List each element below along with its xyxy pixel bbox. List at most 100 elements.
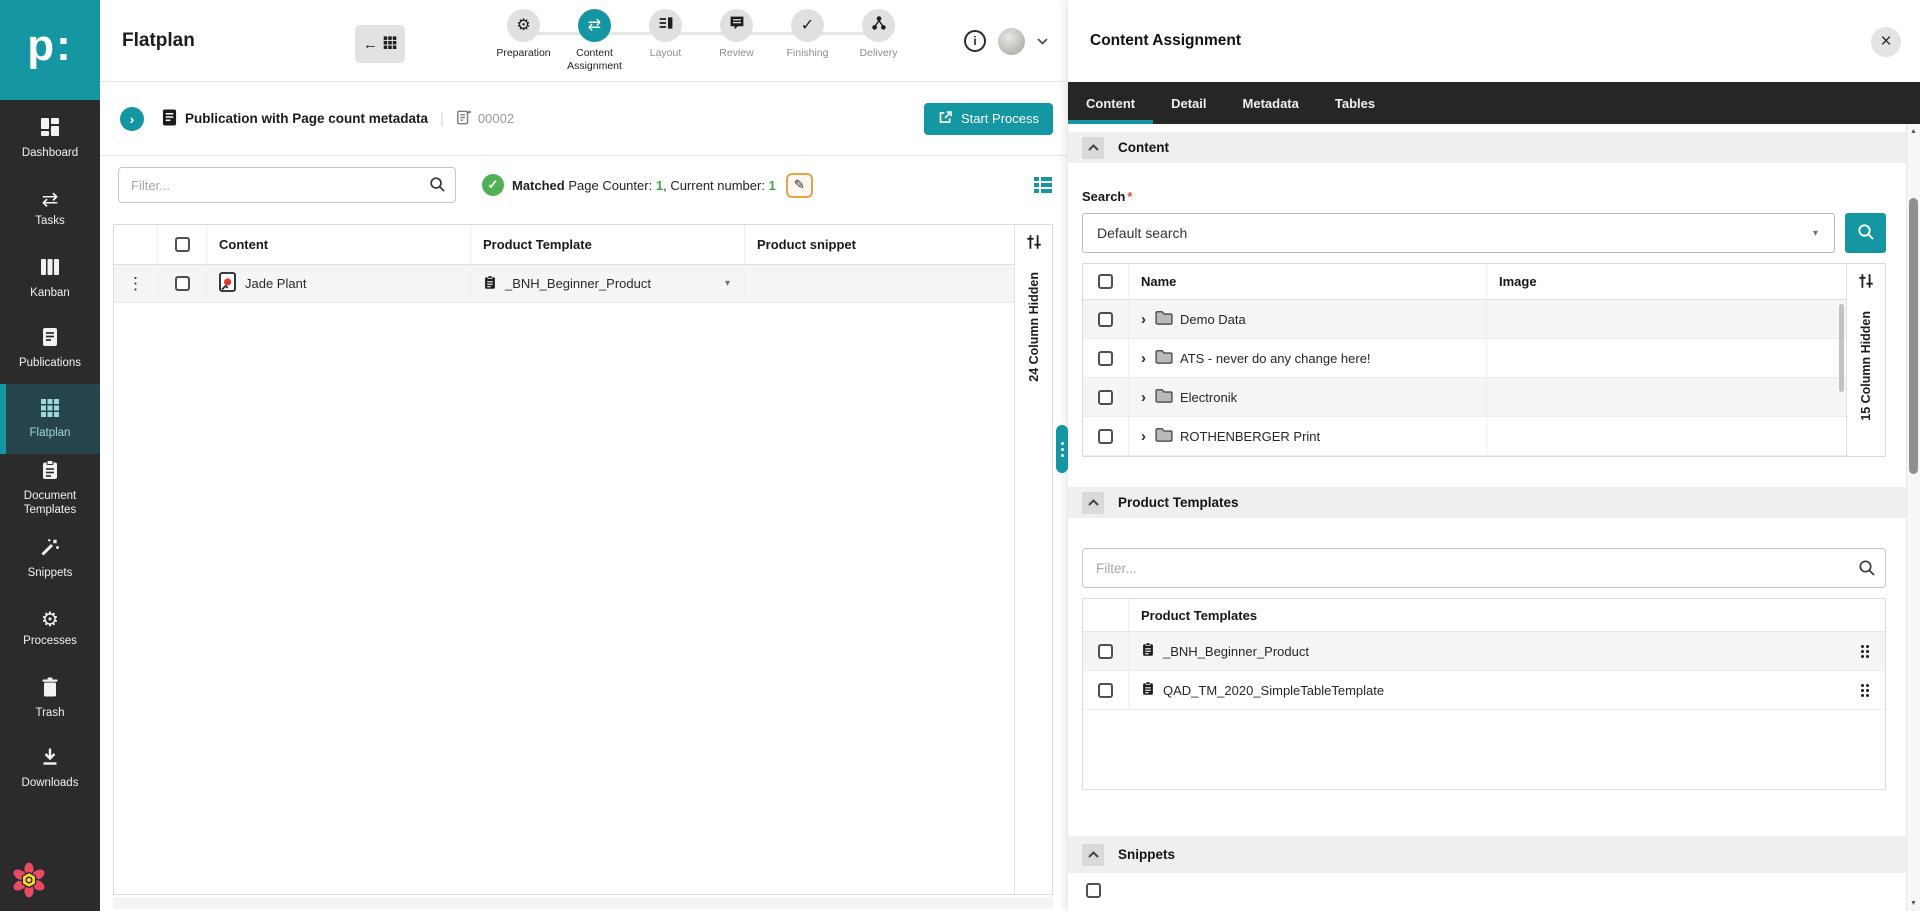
chat-icon xyxy=(729,15,745,36)
sidebar-item-flatplan[interactable]: Flatplan xyxy=(0,384,100,454)
step-review[interactable]: Review xyxy=(701,9,772,73)
main-toolbar: ✓ Matched Page Counter: 1, Current numbe… xyxy=(100,156,1068,214)
row-checkbox[interactable] xyxy=(1098,312,1113,327)
table-scrollbar-thumb[interactable] xyxy=(1839,304,1844,392)
search-icon xyxy=(1857,223,1875,244)
table-row[interactable]: _BNH_Beginner_Product xyxy=(1083,632,1885,671)
swap-arrows-icon: ⇄ xyxy=(588,18,601,34)
filter-input[interactable] xyxy=(118,167,456,203)
collapse-content-button[interactable] xyxy=(1082,137,1104,159)
horizontal-scrollbar-track[interactable] xyxy=(113,897,1053,909)
table-header-row: Content Product Template Product snippet xyxy=(114,225,1014,265)
step-delivery[interactable]: Delivery xyxy=(843,9,914,73)
table-row[interactable]: QAD_TM_2020_SimpleTableTemplate xyxy=(1083,671,1885,710)
panel-resize-handle[interactable] xyxy=(1056,425,1068,473)
scroll-up-icon[interactable]: ▲ xyxy=(1907,128,1920,135)
product-templates-filter-input[interactable] xyxy=(1082,548,1886,588)
close-panel-button[interactable]: × xyxy=(1871,27,1901,57)
app-logo[interactable]: p: xyxy=(0,0,100,100)
sidebar-item-publications[interactable]: Publications xyxy=(0,314,100,384)
tab-detail[interactable]: Detail xyxy=(1153,82,1224,124)
collapse-snippets-button[interactable] xyxy=(1082,844,1104,866)
sidebar-item-processes[interactable]: ⚙ Processes xyxy=(0,594,100,664)
column-header-product-template[interactable]: Product Template xyxy=(471,225,745,264)
snippets-icon xyxy=(40,537,60,562)
sidebar-item-dashboard[interactable]: Dashboard xyxy=(0,104,100,174)
drag-handle-icon[interactable] xyxy=(1861,684,1869,697)
dropdown-arrow-icon[interactable]: ▾ xyxy=(725,278,730,289)
row-checkbox[interactable] xyxy=(1098,390,1113,405)
content-name: Jade Plant xyxy=(245,276,306,291)
expand-chevron-icon[interactable]: › xyxy=(1141,428,1146,445)
row-checkbox[interactable] xyxy=(1098,644,1113,659)
edit-counter-button[interactable]: ✎ xyxy=(786,173,813,198)
row-checkbox[interactable] xyxy=(1098,683,1113,698)
select-all-checkbox[interactable] xyxy=(1098,274,1113,289)
table-row[interactable]: › Electronik xyxy=(1083,378,1846,417)
search-field-label: Search* xyxy=(1082,189,1886,204)
sidebar-item-document-templates[interactable]: Document Templates xyxy=(0,454,100,524)
dev-atom-icon[interactable] xyxy=(10,861,48,899)
row-checkbox[interactable] xyxy=(1086,883,1101,898)
dropdown-arrow-icon: ▾ xyxy=(1813,228,1818,239)
row-checkbox[interactable] xyxy=(1098,351,1113,366)
list-view-toggle-button[interactable] xyxy=(1033,175,1053,195)
table-row[interactable]: › ATS - never do any change here! xyxy=(1083,339,1846,378)
column-header-content[interactable]: Content xyxy=(207,225,471,264)
sidebar-item-snippets[interactable]: Snippets xyxy=(0,524,100,594)
expand-chevron-icon[interactable]: › xyxy=(1141,350,1146,367)
table-row[interactable]: › ROTHENBERGER Print xyxy=(1083,417,1846,456)
chevron-down-icon[interactable] xyxy=(1037,32,1048,50)
row-checkbox[interactable] xyxy=(1098,429,1113,444)
column-settings-icon[interactable] xyxy=(1857,272,1875,295)
expand-chevron-icon[interactable]: › xyxy=(1141,311,1146,328)
tab-tables[interactable]: Tables xyxy=(1317,82,1393,124)
column-header-product-templates[interactable]: Product Templates xyxy=(1129,608,1269,623)
sidebar-item-label: Tasks xyxy=(35,215,64,229)
product-templates-table: Product Templates _BNH_Beginner_Product xyxy=(1082,598,1886,790)
folder-name: Demo Data xyxy=(1180,312,1246,327)
panel-scrollbar[interactable]: ▲ ▼ xyxy=(1906,124,1920,911)
hidden-columns-gutter: 15 Column Hidden xyxy=(1846,264,1885,456)
back-to-grid-button[interactable]: ← xyxy=(355,25,405,63)
column-header-image[interactable]: Image xyxy=(1487,274,1846,289)
table-row[interactable]: ⋮ Jade Plant _BNH_Beginner_Product ▾ xyxy=(114,265,1014,303)
product-template-select[interactable]: _BNH_Beginner_Product ▾ xyxy=(471,265,745,302)
sidebar-item-downloads[interactable]: Downloads xyxy=(0,734,100,804)
expand-chevron-icon[interactable]: › xyxy=(1141,389,1146,406)
launch-icon xyxy=(938,110,953,128)
layout-icon xyxy=(658,15,674,36)
sidebar-item-label: Kanban xyxy=(30,287,70,301)
step-preparation[interactable]: ⚙ Preparation xyxy=(488,9,559,73)
expand-chevron-icon[interactable]: › xyxy=(120,107,144,131)
row-kebab-menu[interactable]: ⋮ xyxy=(114,265,158,302)
tab-content[interactable]: Content xyxy=(1068,82,1153,124)
tab-metadata[interactable]: Metadata xyxy=(1225,82,1317,124)
sidebar-item-trash[interactable]: Trash xyxy=(0,664,100,734)
search-type-select[interactable]: Default search ▾ xyxy=(1082,213,1835,253)
column-settings-icon[interactable] xyxy=(1025,233,1043,256)
folder-name: ATS - never do any change here! xyxy=(1180,351,1371,366)
table-header-row: Name Image xyxy=(1083,264,1846,300)
column-header-product-snippet[interactable]: Product snippet xyxy=(745,225,1014,264)
column-header-name[interactable]: Name xyxy=(1129,264,1487,299)
scrollbar-thumb[interactable] xyxy=(1909,198,1918,474)
collapse-product-templates-button[interactable] xyxy=(1082,492,1104,514)
page-title: Flatplan xyxy=(122,0,195,82)
step-layout[interactable]: Layout xyxy=(630,9,701,73)
select-all-checkbox[interactable] xyxy=(175,237,190,252)
scroll-down-icon[interactable]: ▼ xyxy=(1907,900,1920,907)
product-snippet-cell[interactable] xyxy=(745,265,1014,302)
user-avatar[interactable] xyxy=(998,28,1025,55)
step-finishing[interactable]: ✓ Finishing xyxy=(772,9,843,73)
sidebar-item-tasks[interactable]: ⇄ Tasks xyxy=(0,174,100,244)
run-search-button[interactable] xyxy=(1845,213,1886,253)
start-process-button[interactable]: Start Process xyxy=(924,103,1053,135)
step-content-assignment[interactable]: ⇄ Content Assignment xyxy=(559,9,630,73)
folder-name: ROTHENBERGER Print xyxy=(1180,429,1320,444)
table-row[interactable]: › Demo Data xyxy=(1083,300,1846,339)
info-icon[interactable]: i xyxy=(964,30,986,52)
sidebar-item-kanban[interactable]: Kanban xyxy=(0,244,100,314)
row-checkbox[interactable] xyxy=(175,276,190,291)
drag-handle-icon[interactable] xyxy=(1861,645,1869,658)
